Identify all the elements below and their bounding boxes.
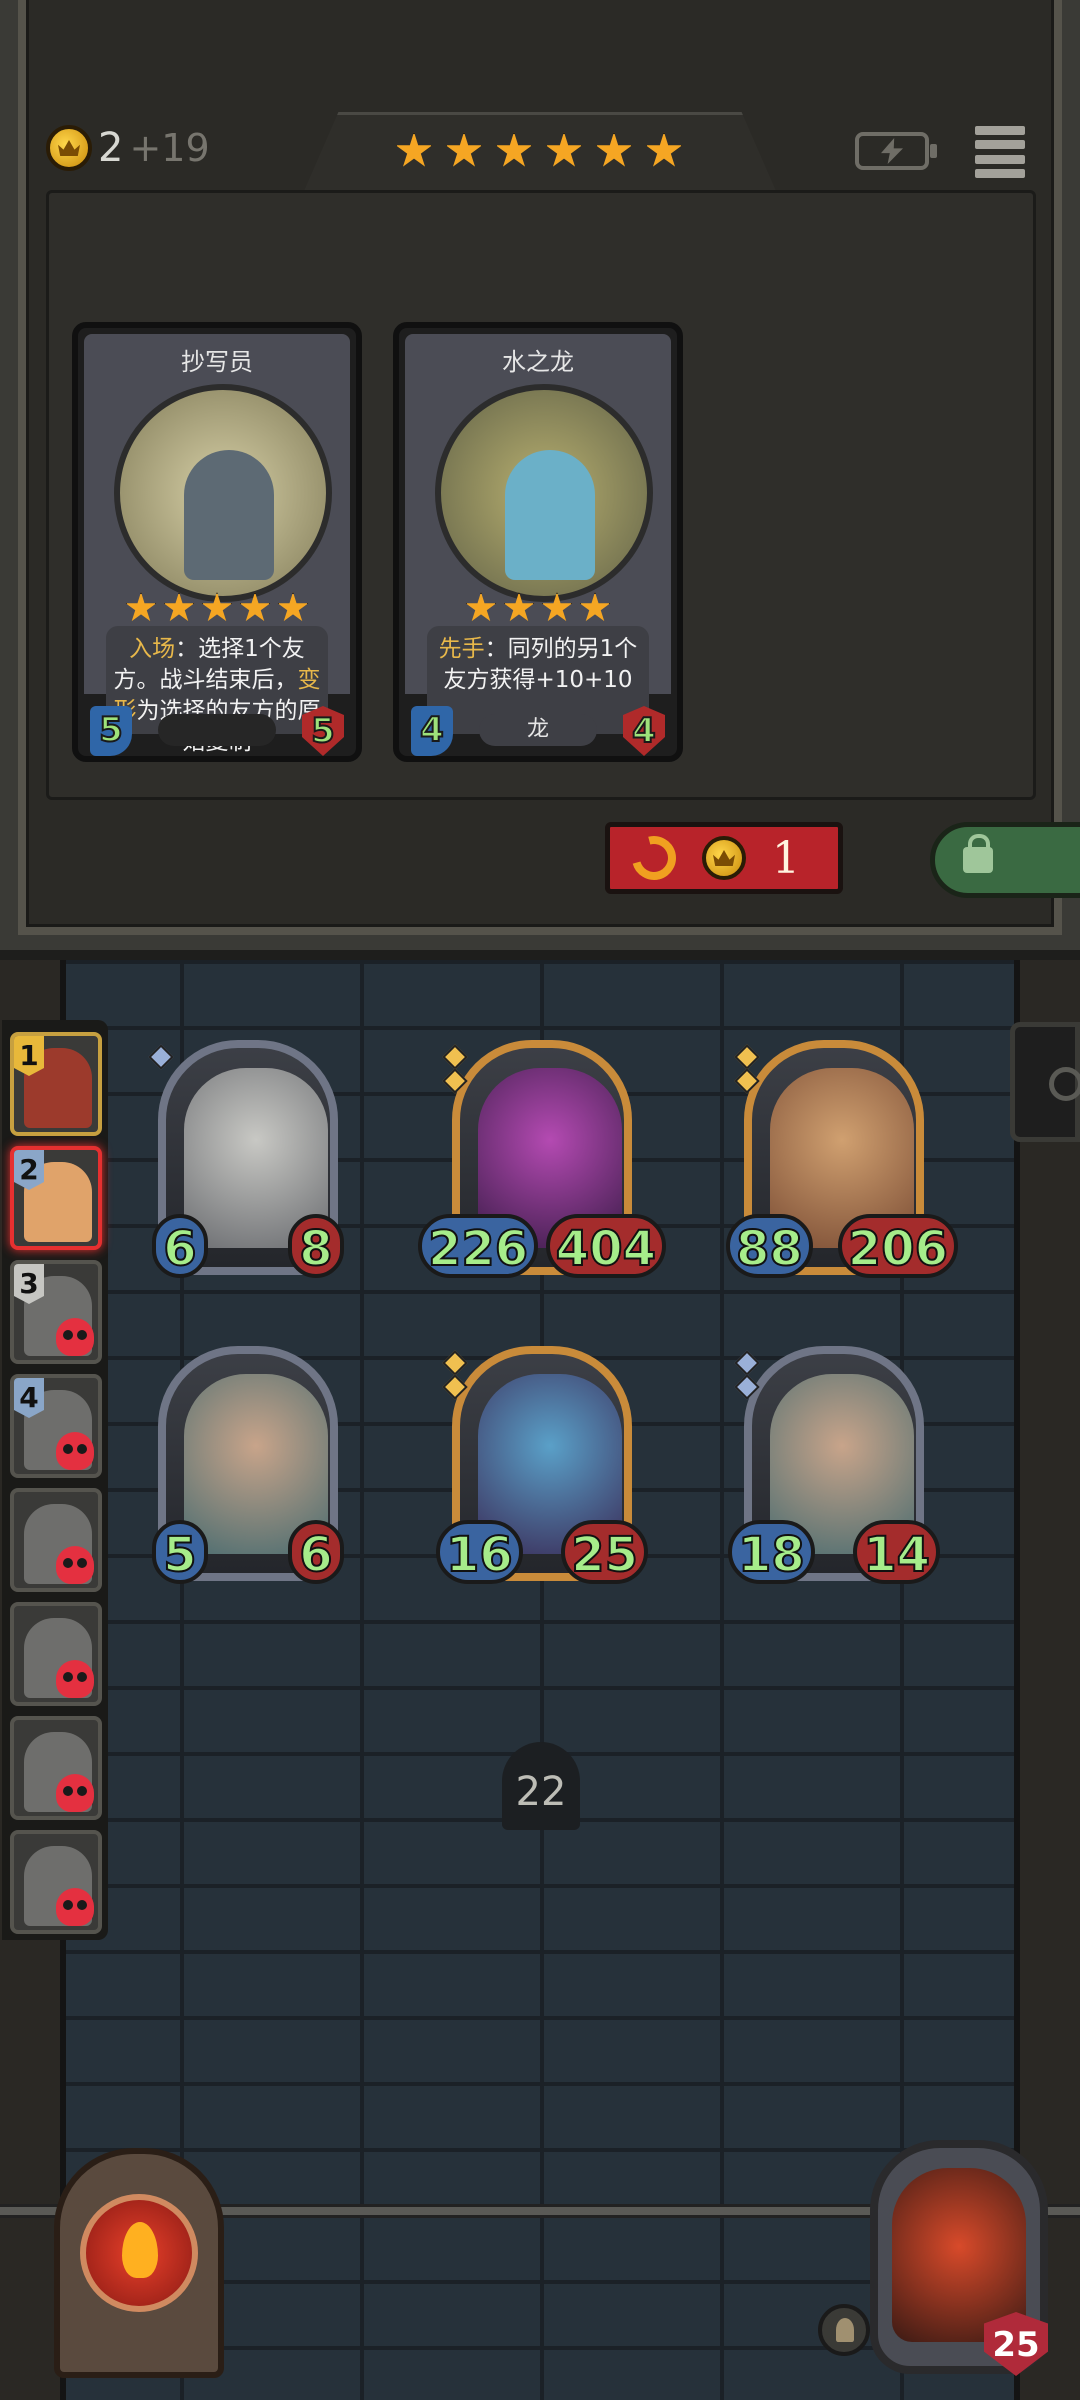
shop-card-water-dragon[interactable]: 水之龙 先手：同列的另1个友方获得+10+10 4 龙 4: [393, 322, 683, 762]
card-health: 4: [623, 706, 665, 756]
fire-icon: [122, 2222, 158, 2278]
board-minion-horned-beast[interactable]: 5 6: [152, 1346, 344, 1584]
card-stars: [84, 592, 350, 624]
star-icon: [445, 132, 483, 167]
refresh-button[interactable]: 1: [605, 822, 843, 894]
turn-order-slot-2[interactable]: 2: [10, 1146, 102, 1250]
board-minion-grey-drake[interactable]: 6 8: [148, 1040, 344, 1278]
menu-button[interactable]: [975, 126, 1025, 178]
turn-order-slot-1[interactable]: 1: [10, 1032, 102, 1136]
card-name: 抄写员: [181, 348, 253, 376]
minion-attack: 6: [152, 1214, 208, 1278]
minion-attack: 88: [726, 1214, 813, 1278]
star-icon: [645, 132, 683, 167]
skull-icon: [56, 1432, 94, 1470]
side-toggle-button[interactable]: [1010, 1022, 1080, 1142]
turn-order-slot-5[interactable]: [10, 1488, 102, 1592]
star-icon: [545, 132, 583, 167]
tavern-tier-stars: [395, 132, 683, 170]
gold-count: 2: [98, 125, 124, 171]
refresh-cost: 1: [772, 832, 800, 884]
minion-health: 25: [561, 1520, 648, 1584]
card-name: 水之龙: [502, 348, 574, 376]
card-tribe: 龙: [479, 714, 597, 746]
star-icon: [595, 132, 633, 167]
card-stars: [405, 592, 671, 624]
turn-order-slot-4[interactable]: 4: [10, 1374, 102, 1478]
minion-health: 6: [288, 1520, 344, 1584]
crown-coin-icon: [702, 836, 746, 880]
turn-order-slot-7[interactable]: [10, 1716, 102, 1820]
minion-attack: 18: [728, 1520, 815, 1584]
card-portrait: [114, 384, 332, 602]
card-health: 5: [302, 706, 344, 756]
gold-display: 2 +19: [46, 125, 210, 171]
turn-counter: 22: [502, 1742, 580, 1830]
card-attack: 5: [90, 706, 132, 756]
skull-icon: [56, 1888, 94, 1926]
lock-shop-button[interactable]: [930, 822, 1080, 898]
minion-health: 8: [288, 1214, 344, 1278]
gold-income: +19: [129, 126, 210, 170]
board-minion-red-demon-dragon[interactable]: 88 206: [726, 1040, 958, 1278]
minion-attack: 16: [436, 1520, 523, 1584]
skull-icon: [56, 1318, 94, 1356]
skull-icon: [56, 1774, 94, 1812]
minion-attack: 226: [418, 1214, 539, 1278]
toggle-icon: [1049, 1067, 1080, 1101]
fight-button[interactable]: [54, 2148, 224, 2378]
board-minion-reaper[interactable]: 226 404: [418, 1040, 666, 1278]
hero-power-button[interactable]: [818, 2304, 870, 2356]
star-icon: [395, 132, 433, 167]
turn-order-slot-8[interactable]: [10, 1830, 102, 1934]
card-attack: 4: [411, 706, 453, 756]
refresh-arrow-icon: [623, 827, 685, 889]
minion-health: 404: [545, 1214, 666, 1278]
skull-icon: [56, 1660, 94, 1698]
card-tribe: [158, 714, 276, 746]
shop-card-scribe[interactable]: 抄写员 入场：选择1个友方。战斗结束后，变形为选择的友方的原始复制 5 5: [72, 322, 362, 762]
turn-order-slot-3[interactable]: 3: [10, 1260, 102, 1364]
minion-health: 206: [837, 1214, 958, 1278]
turn-order-list: 1 2 3 4: [2, 1020, 108, 1940]
minion-health: 14: [853, 1520, 940, 1584]
hero-portrait[interactable]: 25: [870, 2140, 1048, 2376]
unlock-icon: [963, 834, 993, 873]
skull-icon: [56, 1546, 94, 1584]
crown-coin-icon: [46, 125, 92, 171]
turn-order-slot-6[interactable]: [10, 1602, 102, 1706]
shop-panel: 2 +19 抄写员 入场：选择1个友方。战斗结束后，变形为选择的友方的原始复制 …: [0, 0, 1080, 960]
star-icon: [495, 132, 533, 167]
battery-icon: [855, 132, 937, 170]
board-minion-elf-witch[interactable]: 16 25: [436, 1346, 648, 1584]
board-minion-horned-beast[interactable]: 18 14: [728, 1346, 940, 1584]
card-portrait: [435, 384, 653, 602]
menu-icon: [975, 126, 1025, 135]
minion-attack: 5: [152, 1520, 208, 1584]
